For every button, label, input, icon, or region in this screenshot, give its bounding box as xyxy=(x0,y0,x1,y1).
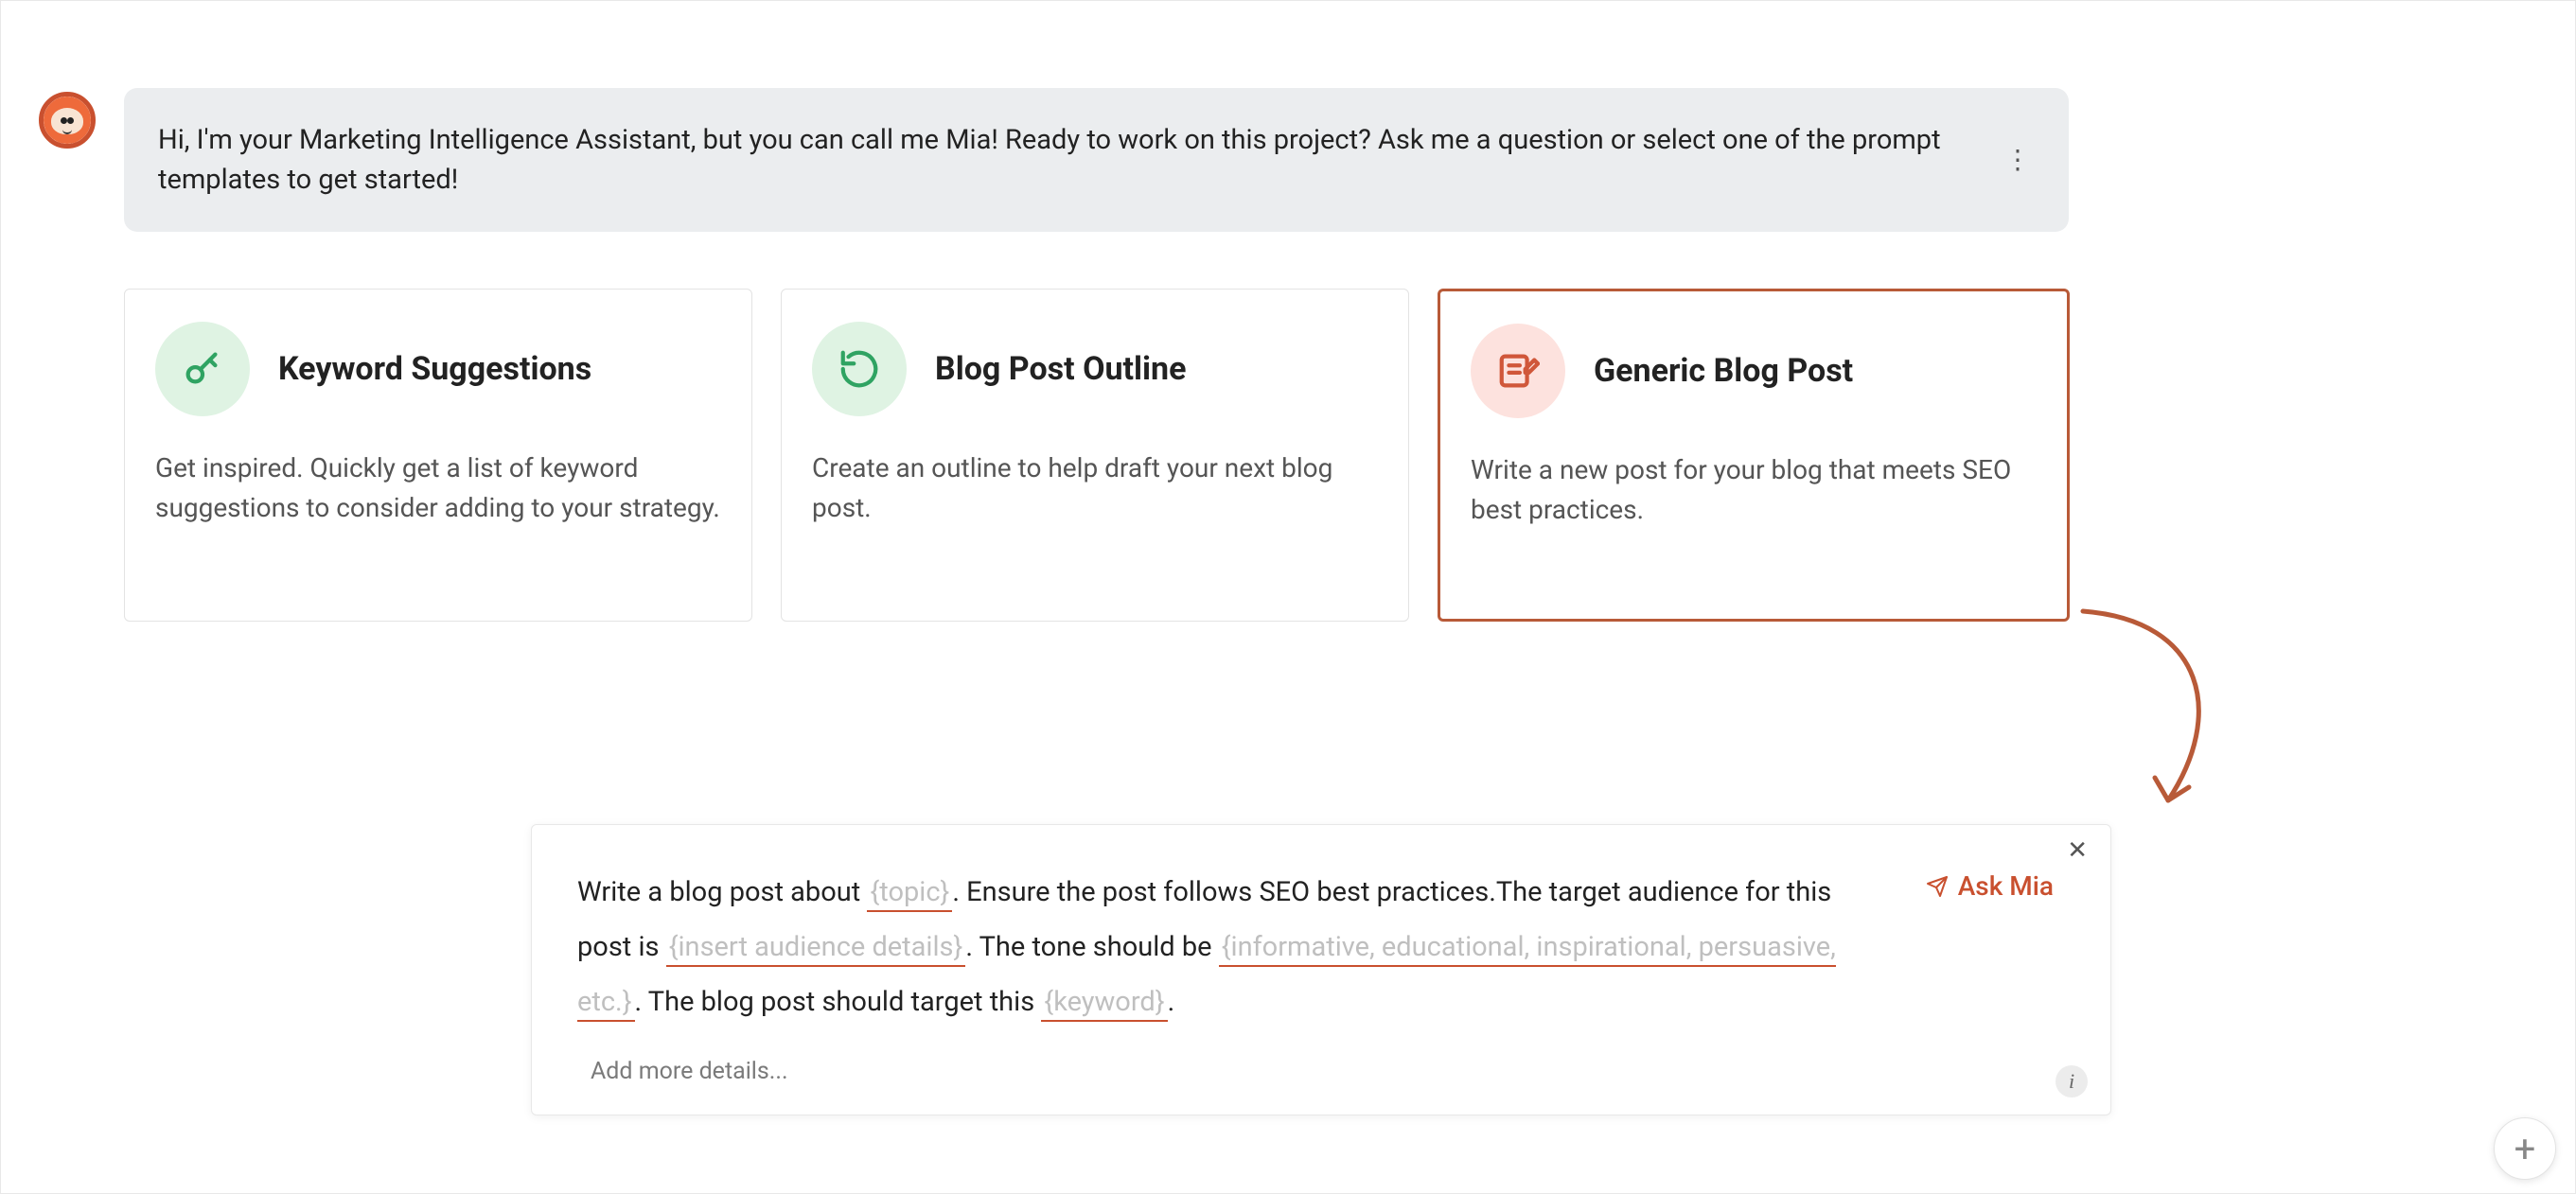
info-icon[interactable]: i xyxy=(2056,1065,2088,1097)
send-icon xyxy=(1926,875,1949,898)
prompt-editor-panel: ✕ Ask Mia Write a blog post about {topic… xyxy=(531,824,2111,1115)
card-generic-blog-post[interactable]: Generic Blog Post Write a new post for y… xyxy=(1438,289,2070,622)
intro-menu-button[interactable]: ⋮ xyxy=(1995,141,2040,179)
key-icon xyxy=(155,322,250,416)
prompt-seg-1: Write a blog post about xyxy=(577,876,867,908)
template-cards-row: Keyword Suggestions Get inspired. Quickl… xyxy=(1,232,2070,622)
card-description: Get inspired. Quickly get a list of keyw… xyxy=(155,448,721,528)
prompt-placeholder-topic[interactable]: {topic} xyxy=(867,876,952,912)
mia-avatar xyxy=(39,92,96,149)
card-title: Blog Post Outline xyxy=(935,350,1186,388)
intro-message-text: Hi, I'm your Marketing Intelligence Assi… xyxy=(158,124,1941,196)
close-icon[interactable]: ✕ xyxy=(2067,838,2088,863)
add-more-details-input[interactable]: Add more details... xyxy=(577,1048,1874,1096)
intro-message-bubble: Hi, I'm your Marketing Intelligence Assi… xyxy=(124,88,2069,232)
ask-mia-button[interactable]: Ask Mia xyxy=(1926,870,2054,902)
card-blog-post-outline[interactable]: Blog Post Outline Create an outline to h… xyxy=(781,289,1409,622)
card-title: Generic Blog Post xyxy=(1594,352,1853,390)
prompt-seg-3: . The tone should be xyxy=(965,931,1218,963)
prompt-placeholder-audience[interactable]: {insert audience details} xyxy=(666,931,966,967)
add-button[interactable]: + xyxy=(2494,1117,2556,1180)
card-keyword-suggestions[interactable]: Keyword Suggestions Get inspired. Quickl… xyxy=(124,289,752,622)
prompt-seg-4: . The blog post should target this xyxy=(635,986,1042,1018)
card-title: Keyword Suggestions xyxy=(278,350,591,388)
prompt-text-body[interactable]: Write a blog post about {topic}. Ensure … xyxy=(577,865,1874,1096)
card-description: Create an outline to help draft your nex… xyxy=(812,448,1378,528)
annotation-arrow xyxy=(2064,602,2253,829)
prompt-seg-5: . xyxy=(1168,986,1175,1018)
refresh-icon xyxy=(812,322,907,416)
compose-icon xyxy=(1471,324,1565,418)
prompt-placeholder-keyword[interactable]: {keyword} xyxy=(1041,986,1167,1022)
card-description: Write a new post for your blog that meet… xyxy=(1471,450,2037,530)
ask-mia-label: Ask Mia xyxy=(1958,870,2054,902)
